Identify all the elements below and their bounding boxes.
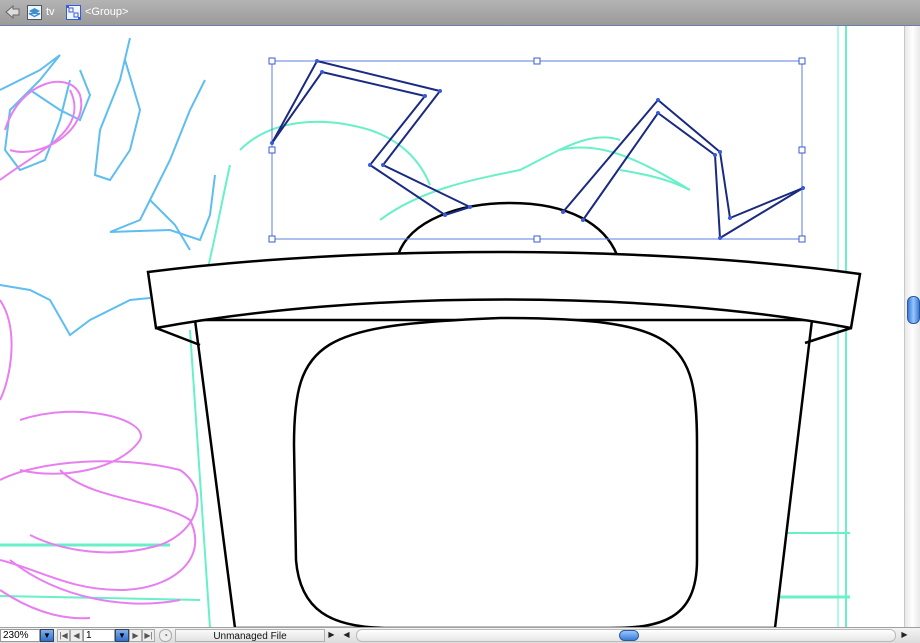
breadcrumb-bar: tv <Group>: [0, 0, 920, 26]
tv-outline: [146, 201, 862, 628]
horizontal-scroll-thumb[interactable]: [619, 630, 639, 641]
zoom-field[interactable]: 230%: [0, 629, 40, 642]
artboard-canvas[interactable]: [0, 26, 905, 628]
breadcrumb-layer[interactable]: tv: [27, 4, 55, 20]
vertical-scroll-thumb[interactable]: [907, 296, 920, 324]
breadcrumb-layer-label: tv: [46, 6, 55, 18]
version-cue-icon[interactable]: ◔: [159, 629, 172, 642]
file-status-label: Unmanaged File: [175, 629, 325, 642]
last-page-icon[interactable]: ▶|: [142, 629, 155, 642]
page-dropdown-button[interactable]: ▼: [115, 629, 129, 642]
status-bar: 230% ▼ |◀ ◀ 1 ▼ ▶ ▶| ◔ Unmanaged File ▶ …: [0, 627, 920, 643]
next-page-icon[interactable]: ▶: [129, 629, 142, 642]
page-number-field[interactable]: 1: [83, 629, 115, 642]
breadcrumb-group-label: <Group>: [85, 6, 129, 18]
layer-icon: [27, 4, 42, 20]
first-page-icon[interactable]: |◀: [57, 629, 70, 642]
scroll-right-icon[interactable]: ▶: [898, 629, 911, 642]
breadcrumb-group[interactable]: <Group>: [66, 4, 128, 20]
horizontal-scrollbar[interactable]: [356, 629, 896, 642]
zoom-dropdown-button[interactable]: ▼: [40, 629, 54, 642]
artwork: [0, 26, 862, 628]
scroll-left-icon[interactable]: ◀: [340, 629, 353, 642]
back-arrow-icon[interactable]: [4, 4, 20, 20]
prev-page-icon[interactable]: ◀: [70, 629, 83, 642]
status-menu-arrow-icon[interactable]: ▶: [325, 629, 338, 642]
vertical-scrollbar[interactable]: [904, 26, 920, 628]
group-icon: [66, 4, 81, 20]
